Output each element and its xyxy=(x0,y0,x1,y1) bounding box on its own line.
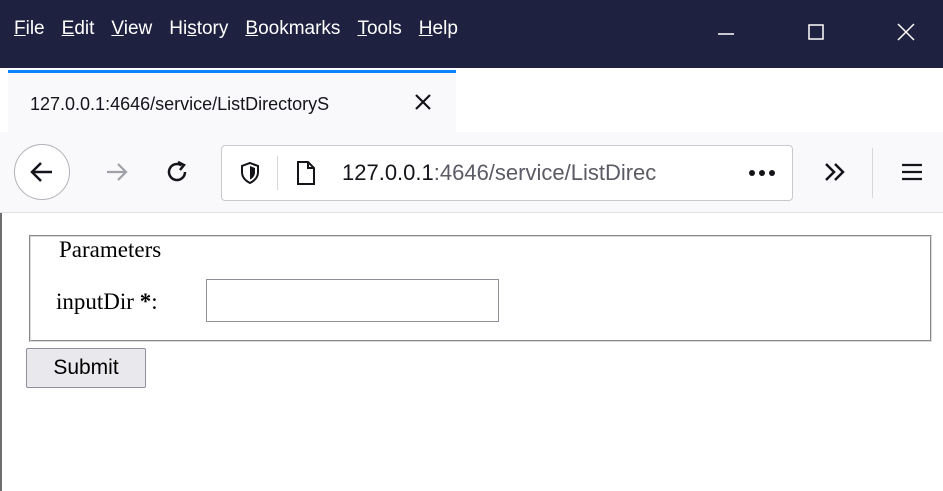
hamburger-menu-icon xyxy=(902,163,922,181)
page-icon xyxy=(297,161,315,185)
required-marker: * xyxy=(139,289,152,314)
menu-tools[interactable]: Tools xyxy=(351,0,407,40)
parameters-legend: Parameters xyxy=(56,237,165,263)
forward-button[interactable] xyxy=(95,150,139,194)
menu-view[interactable]: View xyxy=(105,0,158,40)
urlbar-separator xyxy=(277,156,278,190)
close-icon xyxy=(897,23,915,41)
close-window-button[interactable] xyxy=(871,0,941,64)
toolbar-overflow-button[interactable] xyxy=(813,150,857,194)
tab-close-icon xyxy=(415,94,431,110)
new-tab-button[interactable] xyxy=(466,76,514,124)
toolbar-separator xyxy=(872,148,873,198)
back-button[interactable] xyxy=(14,144,70,200)
site-info-button[interactable] xyxy=(284,151,328,195)
active-tab[interactable]: 127.0.0.1:4646/service/ListDirectoryS xyxy=(8,70,456,132)
maximize-icon xyxy=(808,24,824,40)
submit-button[interactable]: Submit xyxy=(26,348,146,388)
menu-help[interactable]: Help xyxy=(413,0,464,40)
overflow-icon xyxy=(825,163,845,181)
back-icon xyxy=(30,162,52,182)
menu-history[interactable]: History xyxy=(163,0,234,40)
app-menu-button[interactable] xyxy=(890,150,934,194)
url-bar[interactable]: 127.0.0.1:4646/service/ListDirec xyxy=(221,145,793,201)
maximize-button[interactable] xyxy=(781,0,851,64)
more-actions-icon xyxy=(749,170,775,176)
menu-bar: File Edit View History Bookmarks Tools H… xyxy=(8,0,469,64)
reload-button[interactable] xyxy=(155,150,199,194)
forward-icon xyxy=(107,163,128,181)
title-bar: File Edit View History Bookmarks Tools H… xyxy=(0,0,943,68)
menu-edit[interactable]: Edit xyxy=(56,0,101,40)
shield-icon xyxy=(241,161,259,185)
minimize-button[interactable] xyxy=(691,0,761,64)
new-tab-icon xyxy=(479,89,501,111)
url-host: 127.0.0.1 xyxy=(342,160,434,185)
page-actions-button[interactable] xyxy=(740,151,784,195)
url-fade xyxy=(702,152,742,194)
tab-title: 127.0.0.1:4646/service/ListDirectoryS xyxy=(30,94,330,114)
input-dir-field[interactable] xyxy=(206,279,499,322)
window-left-edge xyxy=(0,213,2,491)
tab-close-button[interactable] xyxy=(408,87,438,117)
menu-bookmarks[interactable]: Bookmarks xyxy=(239,0,346,40)
menu-file[interactable]: File xyxy=(8,0,51,40)
reload-icon xyxy=(167,160,187,182)
page-content: Parameters inputDir *: Submit xyxy=(0,213,943,491)
input-dir-label: inputDir *: xyxy=(56,289,158,314)
tracking-protection-button[interactable] xyxy=(228,151,272,195)
tab-title-fade xyxy=(376,81,410,127)
url-path: :4646/service/ListDirec xyxy=(433,160,657,185)
url-text: 127.0.0.1:4646/service/ListDirec xyxy=(342,160,742,186)
minimize-icon xyxy=(718,33,734,35)
